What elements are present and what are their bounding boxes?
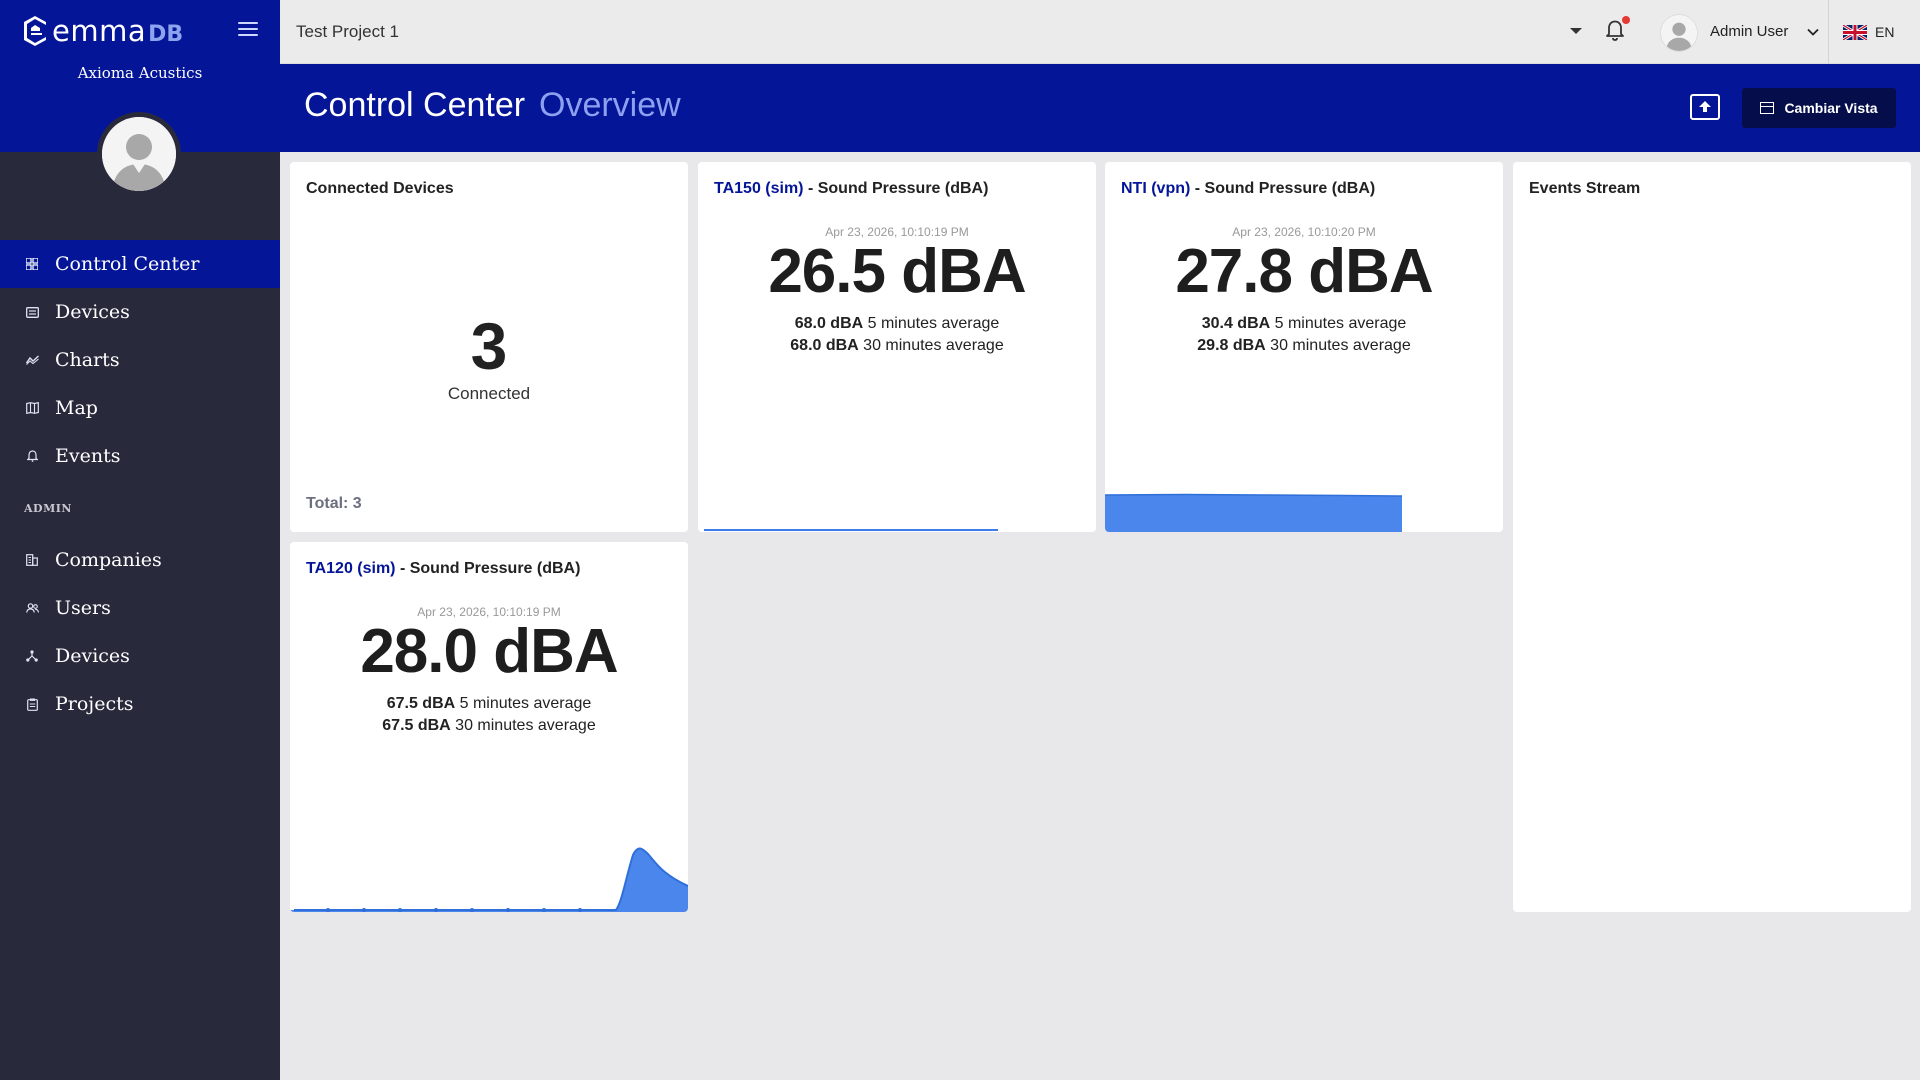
menu-toggle-icon[interactable]	[238, 22, 258, 38]
avg-label: 5 minutes average	[1270, 315, 1407, 332]
avg-label: 30 minutes average	[450, 717, 596, 734]
card-title: NTI (vpn) - Sound Pressure (dBA)	[1121, 180, 1375, 198]
sensor-card-ta150[interactable]: TA150 (sim) - Sound Pressure (dBA) Apr 2…	[698, 162, 1096, 532]
admin-section-label: ADMIN	[24, 501, 72, 515]
metric-label: - Sound Pressure (dBA)	[395, 560, 581, 577]
current-reading: 26.5 dBA	[768, 237, 1026, 306]
avg-5min: 30.4 dBA 5 minutes average	[1105, 315, 1503, 333]
uk-flag-icon[interactable]	[1843, 25, 1867, 40]
change-view-button[interactable]: Cambiar Vista	[1742, 88, 1896, 128]
sidebar-item-companies[interactable]: Companies	[0, 536, 280, 584]
grid-icon	[25, 257, 39, 271]
device-link[interactable]: TA150 (sim)	[714, 180, 804, 197]
total-devices: Total: 3	[306, 495, 362, 512]
clipboard-icon	[25, 697, 39, 711]
connected-devices-card: Connected Devices 3 Connected Total: 3	[290, 162, 688, 532]
page-subtitle: Overview	[539, 86, 681, 124]
sidebar-item-devices[interactable]: Devices	[0, 288, 280, 336]
sidebar-item-label: Projects	[55, 693, 134, 715]
avg-5min: 68.0 dBA 5 minutes average	[698, 315, 1096, 333]
avg-30min: 68.0 dBA 30 minutes average	[698, 337, 1096, 355]
user-avatar-icon	[102, 117, 176, 191]
notification-badge	[1622, 16, 1630, 24]
avg-30min: 67.5 dBA 30 minutes average	[290, 717, 688, 735]
sidebar-item-label: Companies	[55, 549, 162, 571]
connected-count: 3	[470, 309, 508, 383]
top-bar: Test Project 1 Admin User EN	[280, 0, 1920, 64]
sidebar-item-label: Users	[55, 597, 111, 619]
user-menu-name[interactable]: Admin User	[1710, 23, 1788, 40]
device-link[interactable]: NTI (vpn)	[1121, 180, 1190, 197]
change-view-label: Cambiar Vista	[1784, 100, 1878, 116]
chevron-down-icon[interactable]	[1806, 25, 1820, 39]
sidebar-nav: Control Center Devices Charts Map Events	[0, 240, 280, 728]
building-icon	[25, 553, 39, 567]
sidebar-item-projects[interactable]: Projects	[0, 680, 280, 728]
events-stream-card: Events Stream	[1513, 162, 1911, 912]
upload-icon	[1699, 101, 1711, 112]
connected-label: Connected	[447, 384, 531, 403]
logo-suffix: DB	[148, 21, 184, 47]
avg-value: 68.0 dBA	[790, 337, 859, 354]
current-reading: 27.8 dBA	[1175, 237, 1433, 306]
users-icon	[25, 601, 39, 615]
chart-icon	[25, 353, 39, 367]
app-logo[interactable]: emma DB	[22, 14, 183, 48]
avg-label: 30 minutes average	[858, 337, 1004, 354]
network-icon	[25, 649, 39, 663]
map-icon	[25, 401, 39, 415]
bell-icon	[25, 449, 39, 463]
sparkline-chart	[704, 529, 998, 531]
sidebar-item-label: Devices	[55, 301, 130, 323]
device-icon	[25, 305, 39, 319]
project-selector[interactable]: Test Project 1	[296, 22, 399, 42]
card-title: Events Stream	[1529, 180, 1641, 197]
company-name: Axioma Acustics	[77, 64, 203, 82]
sparkline-chart	[1105, 493, 1403, 532]
page-header: Control Center Overview Cambiar Vista	[280, 64, 1920, 152]
sidebar-item-label: Map	[55, 397, 98, 419]
page-title: Control Center	[304, 86, 526, 124]
sidebar-item-control-center[interactable]: Control Center	[0, 240, 280, 288]
device-link[interactable]: TA120 (sim)	[306, 560, 396, 577]
card-title: TA150 (sim) - Sound Pressure (dBA)	[714, 180, 988, 198]
avg-label: 5 minutes average	[455, 695, 592, 712]
metric-label: - Sound Pressure (dBA)	[1190, 180, 1376, 197]
avg-5min: 67.5 dBA 5 minutes average	[290, 695, 688, 713]
sidebar-item-label: Events	[55, 445, 121, 467]
sensor-card-nti[interactable]: NTI (vpn) - Sound Pressure (dBA) Apr 23,…	[1105, 162, 1503, 532]
sidebar-avatar[interactable]	[97, 112, 181, 196]
avg-value: 67.5 dBA	[386, 695, 456, 712]
upload-button[interactable]	[1690, 94, 1720, 120]
sidebar-item-charts[interactable]: Charts	[0, 336, 280, 384]
caret-down-icon[interactable]	[1570, 28, 1582, 34]
avg-value: 67.5 dBA	[382, 717, 451, 734]
avg-label: 30 minutes average	[1265, 337, 1411, 354]
language-selector[interactable]: EN	[1875, 24, 1894, 40]
sidebar-item-users[interactable]: Users	[0, 584, 280, 632]
avg-value: 30.4 dBA	[1201, 315, 1271, 332]
logo-text: emma	[52, 14, 147, 48]
avg-value: 68.0 dBA	[794, 315, 864, 332]
sidebar: emma DB Axioma Acustics Control Center D…	[0, 0, 280, 1080]
avg-30min: 29.8 dBA 30 minutes average	[1105, 337, 1503, 355]
metric-label: - Sound Pressure (dBA)	[803, 180, 989, 197]
sensor-card-ta120[interactable]: TA120 (sim) - Sound Pressure (dBA) Apr 2…	[290, 542, 688, 912]
sidebar-item-events[interactable]: Events	[0, 432, 280, 480]
sidebar-item-label: Charts	[55, 349, 120, 371]
topbar-divider	[1828, 0, 1829, 64]
avg-label: 5 minutes average	[863, 315, 1000, 332]
avg-value: 29.8 dBA	[1197, 337, 1266, 354]
sidebar-item-map[interactable]: Map	[0, 384, 280, 432]
layout-icon	[1760, 102, 1775, 114]
sidebar-item-label: Devices	[55, 645, 130, 667]
card-title: TA120 (sim) - Sound Pressure (dBA)	[306, 560, 580, 578]
topbar-avatar-icon[interactable]	[1660, 14, 1698, 52]
card-title: Connected Devices	[306, 180, 454, 197]
sparkline-chart	[290, 847, 688, 912]
current-reading: 28.0 dBA	[360, 617, 618, 686]
sidebar-item-admin-devices[interactable]: Devices	[0, 632, 280, 680]
logo-mark-icon	[24, 16, 46, 46]
sidebar-item-label: Control Center	[55, 253, 200, 275]
